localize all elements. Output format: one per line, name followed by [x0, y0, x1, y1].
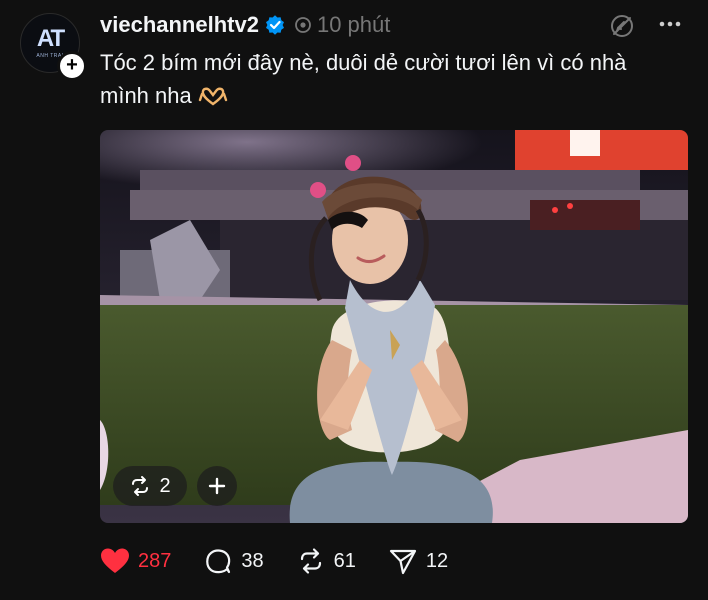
reply-button[interactable]: 38 — [203, 547, 264, 575]
comment-icon — [206, 549, 231, 574]
heart-hands-emoji-icon — [198, 87, 227, 106]
media-add-button[interactable] — [197, 466, 237, 506]
post-photo[interactable] — [100, 130, 688, 523]
like-count: 287 — [138, 549, 172, 572]
post-header: viechannelhtv2 10 phút — [100, 10, 390, 40]
repost-icon — [132, 476, 149, 496]
repost-count: 61 — [333, 549, 356, 572]
like-button[interactable]: 287 — [100, 547, 171, 575]
verified-badge-icon — [265, 15, 284, 35]
quote-off-icon[interactable] — [608, 12, 636, 40]
post-caption: Tóc 2 bím mới đây nè, duôi dẻ cười tươi … — [100, 46, 680, 112]
username-link[interactable]: viechannelhtv2 — [100, 12, 259, 38]
heart-filled-icon — [101, 548, 129, 573]
repost-icon — [300, 548, 321, 574]
more-options-icon[interactable] — [655, 14, 685, 34]
repost-button[interactable]: 61 — [296, 547, 356, 575]
media-repost-pill[interactable]: 2 — [113, 466, 187, 506]
avatar-logo: AT — [36, 25, 65, 52]
reply-count: 38 — [241, 549, 264, 572]
audience-icon — [295, 17, 311, 33]
media-repost-count: 2 — [159, 474, 171, 497]
share-button[interactable]: 12 — [388, 547, 448, 575]
caption-text: Tóc 2 bím mới đây nè, duôi dẻ cười tươi … — [100, 50, 627, 108]
send-icon — [389, 549, 416, 575]
profile-avatar[interactable]: AT ANH TRAI + — [20, 13, 87, 81]
post-time: 10 phút — [316, 12, 391, 37]
plus-icon — [208, 477, 226, 495]
share-count: 12 — [425, 549, 449, 572]
post-actions: 287 38 61 12 — [100, 545, 480, 577]
follow-plus-button[interactable]: + — [57, 51, 87, 81]
